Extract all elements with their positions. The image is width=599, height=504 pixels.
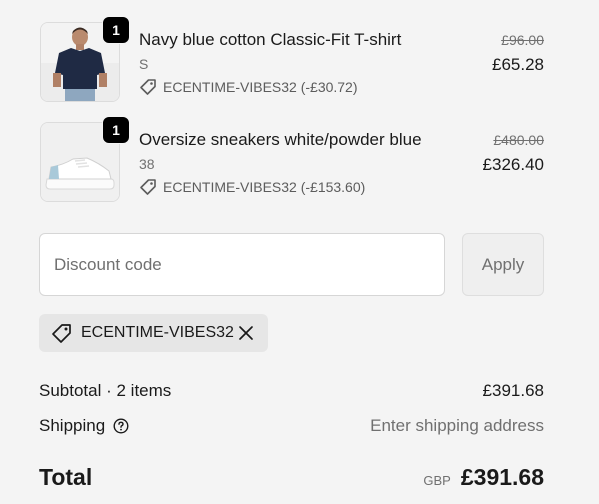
original-price: £96.00 — [501, 32, 544, 48]
apply-button[interactable]: Apply — [462, 233, 544, 296]
product-name: Navy blue cotton Classic-Fit T-shirt — [139, 30, 402, 49]
subtotal-value: £391.68 — [482, 381, 544, 400]
tag-icon — [52, 324, 71, 343]
applied-code-label: ECENTIME-VIBES32 — [81, 324, 234, 341]
help-icon[interactable] — [113, 418, 129, 434]
item-discount: ECENTIME-VIBES32 (-£30.72) — [139, 78, 358, 96]
item-discount-label: ECENTIME-VIBES32 (-£153.60) — [163, 179, 366, 195]
line-item: 1 Navy blue cotton Classic-Fit T-shirt S… — [40, 16, 544, 102]
total-label: Total — [39, 464, 93, 490]
discount-code-input[interactable] — [39, 233, 445, 296]
discounted-price: £65.28 — [492, 55, 544, 74]
product-variant: S — [139, 56, 149, 72]
subtotal-label: Subtotal · 2 items — [39, 381, 172, 400]
shipping-label-group: Shipping — [39, 416, 129, 436]
applied-code-chip: ECENTIME-VIBES32 — [39, 314, 268, 352]
remove-code-button[interactable] — [236, 323, 256, 343]
tag-icon — [140, 79, 156, 95]
total-row: Total GBP £391.68 — [39, 464, 544, 491]
line-item: 1 Oversize sneakers white/powder blue 38… — [40, 116, 544, 202]
quantity-badge: 1 — [102, 16, 130, 44]
currency-code: GBP — [423, 473, 451, 488]
item-discount: ECENTIME-VIBES32 (-£153.60) — [139, 178, 365, 196]
shipping-row: Shipping Enter shipping address — [39, 416, 544, 436]
shipping-label: Shipping — [39, 416, 106, 435]
subtotal-row: Subtotal · 2 items £391.68 — [39, 381, 544, 401]
tag-icon — [140, 179, 156, 195]
total-amount: GBP £391.68 — [423, 464, 544, 491]
product-variant: 38 — [139, 156, 155, 172]
original-price: £480.00 — [493, 132, 544, 148]
product-name: Oversize sneakers white/powder blue — [139, 130, 422, 149]
discounted-price: £326.40 — [482, 155, 544, 174]
quantity-badge: 1 — [102, 116, 130, 144]
close-icon — [239, 326, 253, 340]
shipping-value: Enter shipping address — [370, 416, 544, 435]
item-discount-label: ECENTIME-VIBES32 (-£30.72) — [163, 79, 358, 95]
total-value: £391.68 — [460, 464, 544, 490]
